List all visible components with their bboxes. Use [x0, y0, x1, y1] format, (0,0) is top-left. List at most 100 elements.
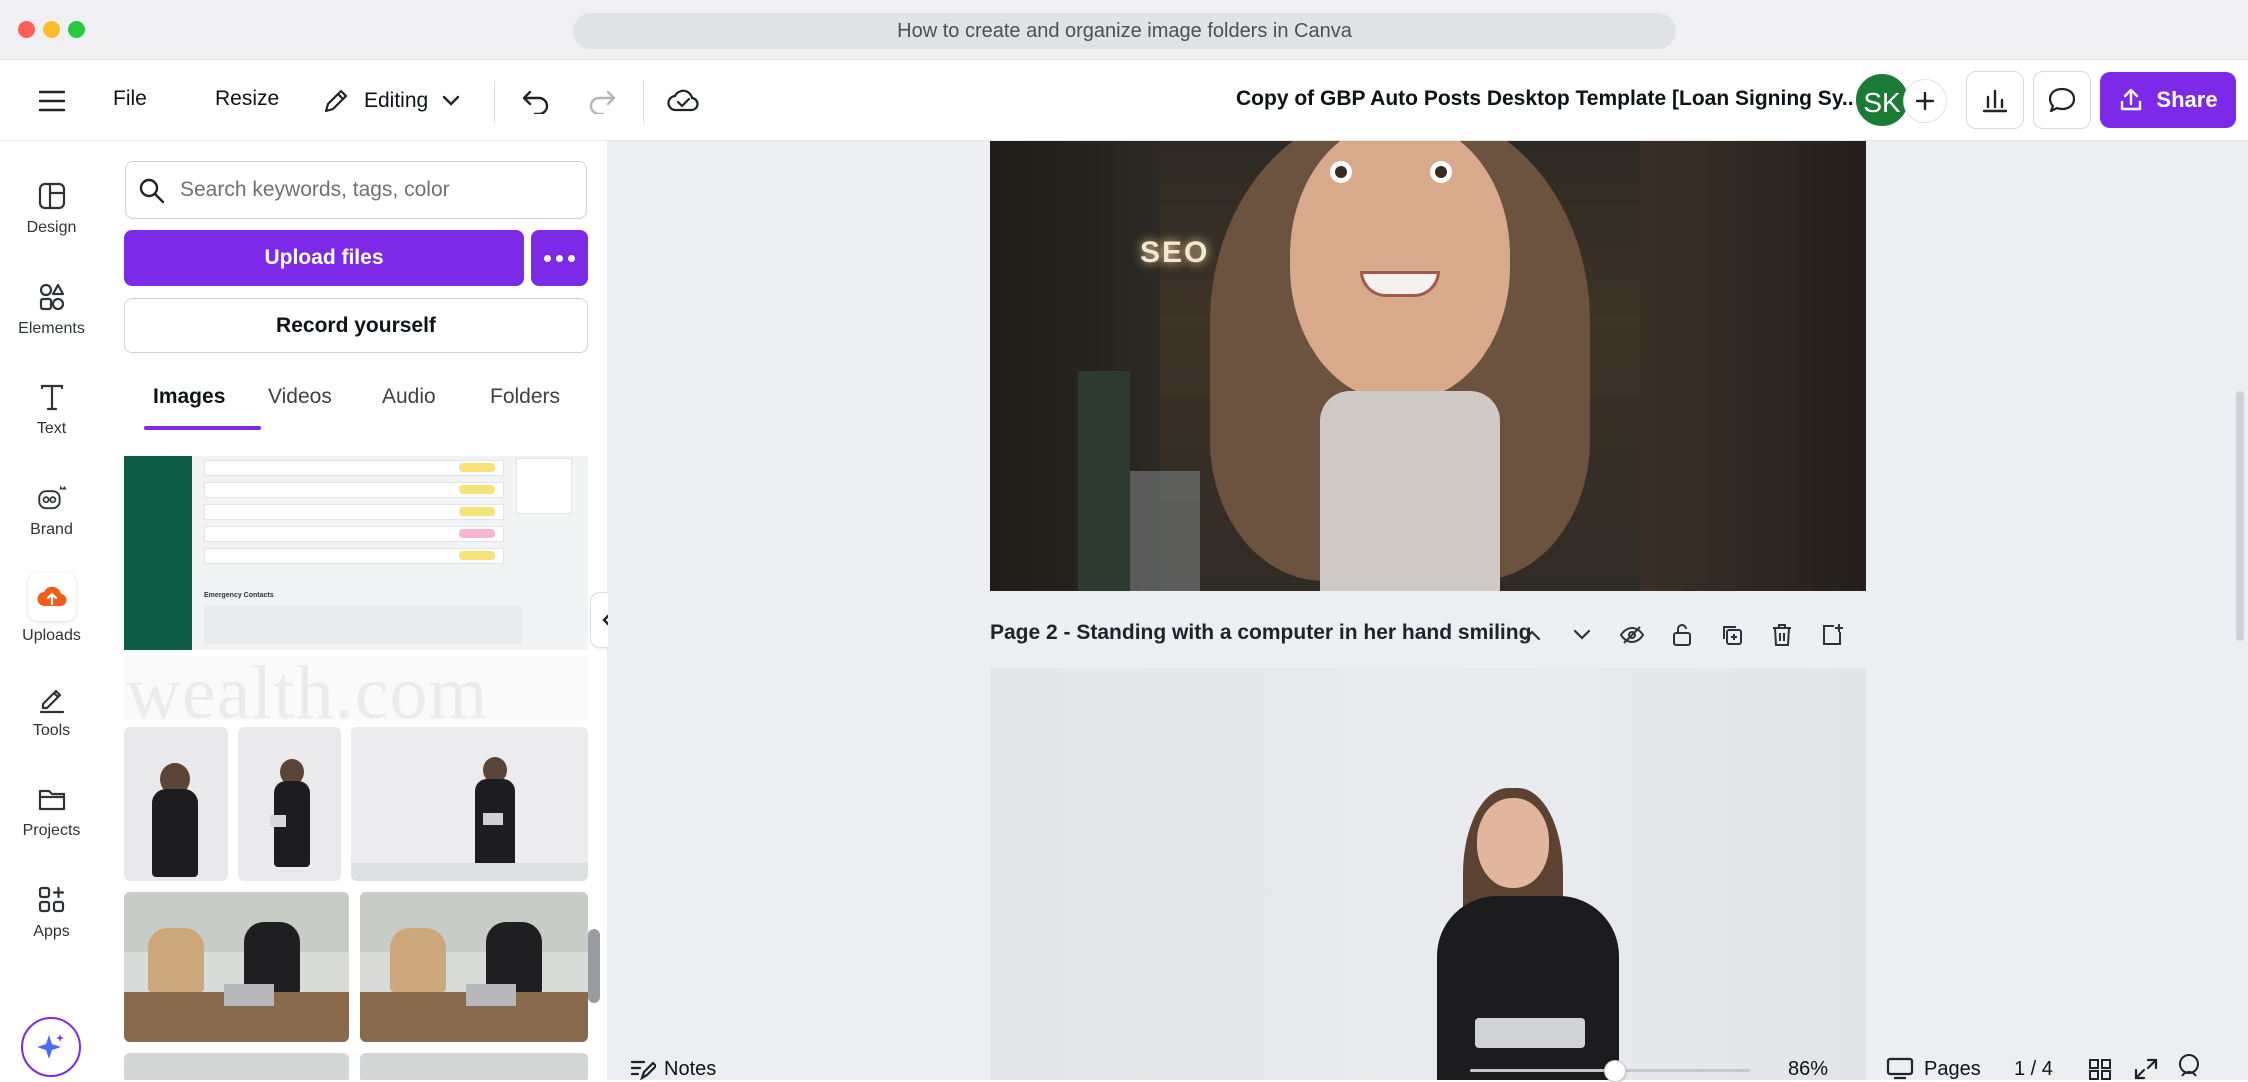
pencil-icon — [324, 89, 348, 113]
uploads-panel: Search keywords, tags, color Upload file… — [103, 141, 608, 1080]
editing-label: Editing — [364, 89, 429, 112]
upload-more-button[interactable] — [531, 230, 588, 286]
maximize-window-button[interactable] — [68, 21, 85, 38]
search-icon — [139, 178, 165, 204]
rail-label-brand: Brand — [30, 521, 73, 538]
upload-share-icon — [2121, 88, 2142, 111]
magic-assistant-button[interactable] — [21, 1017, 81, 1077]
upload-files-button[interactable]: Upload files — [124, 230, 524, 286]
zoom-level[interactable]: 86% — [1788, 1058, 1828, 1081]
help-icon[interactable] — [2174, 1052, 2204, 1080]
redo-button[interactable] — [584, 81, 620, 121]
rail-item-design[interactable]: Design — [0, 169, 103, 259]
bar-chart-icon — [1982, 89, 2008, 113]
tab-folders[interactable]: Folders — [490, 385, 560, 409]
panel-scrollbar[interactable] — [588, 929, 600, 1003]
rail-item-uploads[interactable]: Uploads — [0, 571, 103, 661]
screenshot-heading: Emergency Contacts — [204, 592, 274, 599]
avatar[interactable]: SK — [1853, 71, 1911, 129]
tab-audio[interactable]: Audio — [382, 385, 436, 409]
media-tabs: Images Videos Audio Folders — [124, 369, 588, 431]
editing-mode-dropdown[interactable]: Editing — [322, 81, 472, 121]
insights-button[interactable] — [1966, 71, 2024, 129]
comments-button[interactable] — [2033, 71, 2091, 129]
uploaded-image-standing-1[interactable] — [124, 727, 228, 881]
chevron-down-icon — [443, 95, 460, 106]
fullscreen-icon[interactable] — [2134, 1058, 2158, 1080]
zoom-slider-handle[interactable] — [1604, 1060, 1626, 1082]
file-menu[interactable]: File — [113, 87, 147, 111]
uploaded-image-standing-3[interactable] — [351, 727, 588, 881]
lock-icon — [1673, 624, 1691, 646]
undo-button[interactable] — [518, 81, 554, 121]
editor-toolbar: File Resize Editing Copy of GBP Auto Pos… — [0, 61, 2248, 141]
save-status-button[interactable] — [664, 81, 702, 121]
rail-item-elements[interactable]: Elements — [0, 270, 103, 360]
uploaded-image-standing-2[interactable] — [238, 727, 341, 881]
design-icon — [38, 182, 65, 210]
cloud-check-icon — [667, 89, 699, 112]
move-page-up-button[interactable] — [1518, 621, 1546, 649]
rail-item-projects[interactable]: Projects — [0, 772, 103, 862]
share-button[interactable]: Share — [2100, 72, 2236, 128]
elements-icon — [39, 283, 64, 311]
address-bar[interactable]: How to create and organize image folders… — [573, 13, 1676, 49]
eye-slash-icon — [1619, 626, 1645, 644]
side-navigation: Design Elements Text Brand Uploads Tools… — [0, 141, 103, 1080]
grid-view-icon[interactable] — [2088, 1058, 2112, 1080]
undo-icon — [522, 90, 549, 114]
record-yourself-button[interactable]: Record yourself — [124, 298, 588, 353]
rail-label-projects: Projects — [22, 822, 81, 839]
page-2-title[interactable]: Page 2 - Standing with a computer in her… — [990, 621, 1531, 645]
rail-item-tools[interactable]: Tools — [0, 672, 103, 762]
uploaded-image-row-partial-1[interactable] — [124, 1053, 349, 1080]
notes-icon — [630, 1060, 656, 1080]
add-page-icon — [1823, 624, 1843, 645]
delete-page-button[interactable] — [1768, 621, 1796, 649]
page-2-header: Page 2 - Standing with a computer in her… — [990, 619, 1866, 653]
redo-icon — [589, 90, 616, 114]
rail-item-text[interactable]: Text — [0, 370, 103, 460]
duplicate-page-button[interactable] — [1718, 621, 1746, 649]
lock-page-button[interactable] — [1668, 621, 1696, 649]
rail-item-brand[interactable]: Brand — [0, 471, 103, 561]
uploaded-image-desk-1[interactable] — [124, 892, 349, 1042]
search-input[interactable]: Search keywords, tags, color — [125, 161, 587, 219]
canvas-scrollbar[interactable] — [2236, 391, 2244, 641]
close-window-button[interactable] — [18, 21, 35, 38]
rail-item-apps[interactable]: Apps — [0, 873, 103, 963]
chevron-down-icon — [1573, 629, 1591, 640]
pages-button[interactable]: Pages — [1924, 1058, 1981, 1081]
trash-icon — [1773, 624, 1791, 646]
invite-collaborator-button[interactable] — [1904, 80, 1946, 122]
main-menu-button[interactable] — [32, 81, 72, 121]
rail-label-elements: Elements — [18, 320, 85, 337]
minimize-window-button[interactable] — [43, 21, 60, 38]
page-2-image[interactable] — [990, 668, 1866, 1080]
plus-icon — [1915, 91, 1935, 111]
uploaded-image-desk-2[interactable] — [360, 892, 588, 1042]
comment-icon — [2048, 87, 2076, 113]
notes-button[interactable]: Notes — [664, 1058, 716, 1081]
sparkle-icon — [37, 1034, 64, 1059]
rail-label-apps: Apps — [33, 923, 70, 940]
resize-button[interactable]: Resize — [215, 87, 279, 111]
tools-icon — [39, 689, 64, 714]
uploaded-image-screenshot[interactable]: Emergency Contacts — [124, 456, 588, 650]
image-grid: Emergency Contacts wealth.com — [124, 456, 590, 1080]
neon-sign-text: SEO — [1140, 236, 1210, 269]
page-1-image[interactable]: SEO — [990, 141, 1866, 591]
page-indicator: 1 / 4 — [2014, 1058, 2053, 1080]
move-page-down-button[interactable] — [1568, 621, 1596, 649]
uploaded-image-row-partial-2[interactable] — [360, 1053, 588, 1080]
hide-page-button[interactable] — [1618, 621, 1646, 649]
bottom-bar: Notes 86% Pages 1 / 4 — [608, 1050, 2248, 1082]
uploaded-image-wealth[interactable]: wealth.com — [124, 656, 588, 720]
rail-label-tools: Tools — [32, 722, 71, 739]
document-title[interactable]: Copy of GBP Auto Posts Desktop Template … — [1236, 87, 1859, 111]
duplicate-icon — [1723, 626, 1742, 645]
tab-images[interactable]: Images — [153, 385, 225, 409]
add-page-button[interactable] — [1818, 621, 1846, 649]
tab-videos[interactable]: Videos — [268, 385, 332, 409]
brand-icon — [37, 485, 66, 510]
